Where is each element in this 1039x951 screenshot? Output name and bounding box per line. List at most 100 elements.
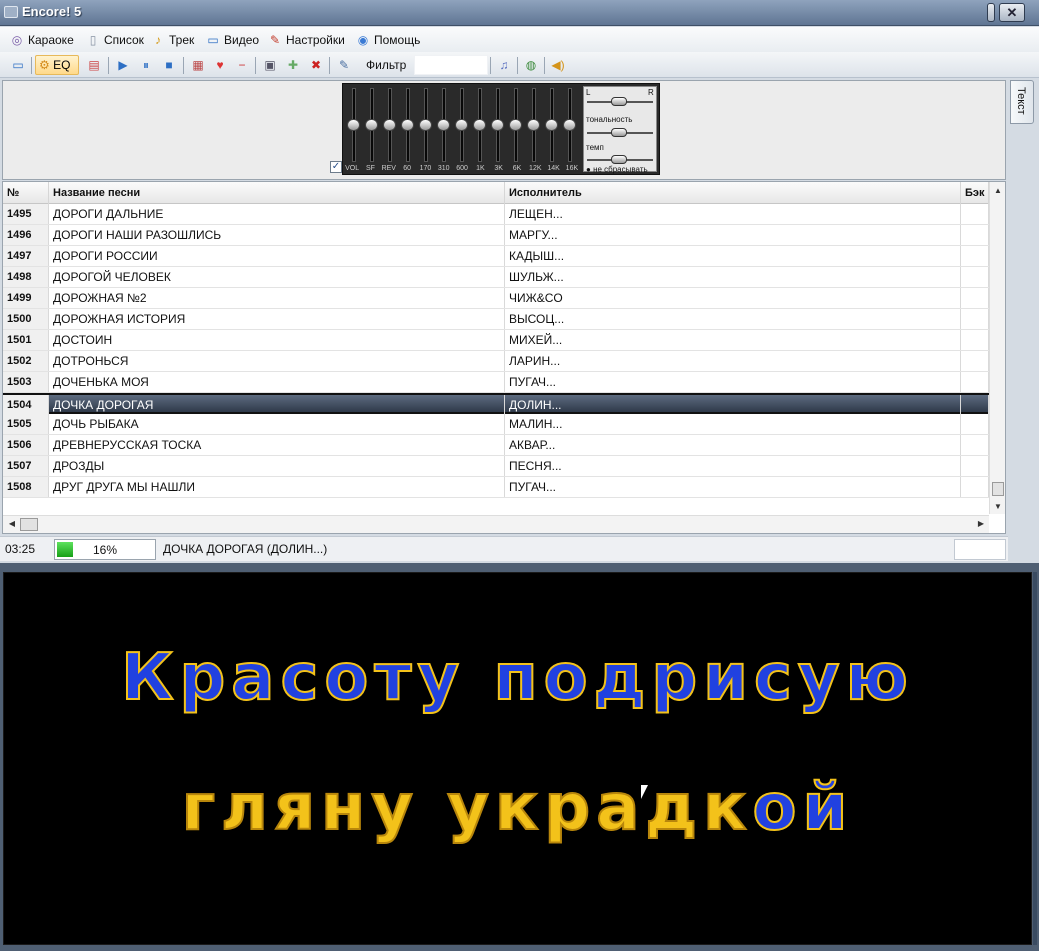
column-number[interactable]: №	[3, 182, 49, 204]
menu-help[interactable]: ◉ Помощь	[356, 31, 421, 49]
song-title: ДРОЗДЫ	[49, 456, 505, 476]
play-icon[interactable]: ▶	[113, 55, 133, 75]
filter-input[interactable]	[414, 55, 488, 75]
left-channel-label: L	[586, 88, 591, 97]
edit-icon[interactable]: ✎	[334, 55, 354, 75]
add-file-icon[interactable]: ✚	[283, 55, 303, 75]
lyric-line-2-unsung: гляну украдк	[181, 770, 753, 846]
eq-button[interactable]: ⚙ EQ	[35, 55, 79, 75]
close-button[interactable]: ✕	[999, 3, 1025, 22]
column-artist[interactable]: Исполнитель	[505, 182, 961, 204]
eq-slider[interactable]	[527, 88, 540, 162]
table-row[interactable]: 1503 ДОЧЕНЬКА МОЯ ПУГАЧ...	[3, 372, 989, 393]
mixer-icon[interactable]: ▤	[84, 55, 104, 75]
column-back[interactable]: Бэк	[961, 182, 989, 204]
song-title: ДОЧЕНЬКА МОЯ	[49, 372, 505, 392]
table-row[interactable]: 1508 ДРУГ ДРУГА МЫ НАШЛИ ПУГАЧ...	[3, 477, 989, 498]
eq-slider[interactable]	[473, 88, 486, 162]
now-playing: ДОЧКА ДОРОГАЯ (ДОЛИН...)	[163, 542, 328, 556]
horizontal-scrollbar[interactable]: ◀ ▶	[3, 515, 989, 533]
scroll-up-icon[interactable]: ▲	[992, 186, 1004, 195]
scroll-down-icon[interactable]: ▼	[992, 502, 1004, 511]
eq-slider-knob[interactable]	[365, 119, 378, 131]
table-row[interactable]: 1496 ДОРОГИ НАШИ РАЗОШЛИСЬ МАРГУ...	[3, 225, 989, 246]
stop-icon[interactable]: ■	[159, 55, 179, 75]
back-vocal	[961, 414, 989, 434]
table-row[interactable]: 1506 ДРЕВНЕРУССКАЯ ТОСКА АКВАР...	[3, 435, 989, 456]
eq-slider[interactable]	[509, 88, 522, 162]
menu-list[interactable]: ▯ Список	[86, 31, 144, 49]
horizontal-scroll-thumb[interactable]	[20, 518, 38, 531]
eq-slider-knob[interactable]	[437, 119, 450, 131]
table-row[interactable]: 1501 ДОСТОИН МИХЕЙ...	[3, 330, 989, 351]
table-row[interactable]: 1500 ДОРОЖНАЯ ИСТОРИЯ ВЫСОЦ...	[3, 309, 989, 330]
eq-slider-knob[interactable]	[455, 119, 468, 131]
scroll-right-icon[interactable]: ▶	[975, 519, 987, 528]
toolbar-separator	[544, 57, 545, 74]
eq-band-labels: VOL SF REV 60 170 310 600 1K 3K 6K 12K 14K 16K	[343, 164, 581, 174]
table-row[interactable]: 1497 ДОРОГИ РОССИИ КАДЫШ...	[3, 246, 989, 267]
table-row[interactable]: 1499 ДОРОЖНАЯ №2 ЧИЖ&CO	[3, 288, 989, 309]
monitor-icon[interactable]: ▭	[8, 55, 28, 75]
eq-slider-knob[interactable]	[383, 119, 396, 131]
system-menu-button[interactable]	[987, 3, 995, 22]
table-row[interactable]: 1507 ДРОЗДЫ ПЕСНЯ...	[3, 456, 989, 477]
tab-text[interactable]: Текст	[1010, 80, 1034, 124]
eq-slider[interactable]	[563, 88, 576, 162]
save-icon[interactable]: ▣	[260, 55, 280, 75]
eq-slider[interactable]	[437, 88, 450, 162]
menu-karaoke[interactable]: ◎ Караоке	[10, 31, 74, 49]
eq-slider[interactable]	[545, 88, 558, 162]
eq-slider-knob[interactable]	[527, 119, 540, 131]
back-vocal	[961, 288, 989, 308]
globe-icon[interactable]: ◍	[521, 55, 541, 75]
menu-settings[interactable]: ✎ Настройки	[268, 31, 345, 49]
balance-slider[interactable]	[611, 97, 627, 106]
karaoke-video[interactable]: Красоту подрисую гляну украдкой	[3, 572, 1032, 945]
eq-slider[interactable]	[347, 88, 360, 162]
eq-slider[interactable]	[491, 88, 504, 162]
row-number: 1495	[3, 204, 49, 224]
menu-video[interactable]: ▭ Видео	[206, 31, 259, 49]
eq-slider-knob[interactable]	[491, 119, 504, 131]
eq-slider-knob[interactable]	[545, 119, 558, 131]
eq-slider-knob[interactable]	[419, 119, 432, 131]
vertical-scroll-thumb[interactable]	[992, 482, 1004, 496]
vertical-scrollbar[interactable]: ▲ ▼	[989, 182, 1005, 514]
eq-slider-knob[interactable]	[401, 119, 414, 131]
scroll-left-icon[interactable]: ◀	[6, 519, 18, 528]
speaker-icon[interactable]: ◀)	[548, 55, 568, 75]
video-icon: ▭	[207, 33, 219, 47]
eq-slider[interactable]	[419, 88, 432, 162]
table-row[interactable]: 1495 ДОРОГИ ДАЛЬНИЕ ЛЕЩЕН...	[3, 204, 989, 225]
table-row[interactable]: 1504 ДОЧКА ДОРОГАЯ ДОЛИН...	[3, 393, 989, 415]
delete-icon[interactable]: ✖	[306, 55, 326, 75]
pause-icon[interactable]: ⏸	[136, 55, 156, 75]
eq-slider-knob[interactable]	[473, 119, 486, 131]
status-box	[954, 539, 1006, 560]
table-row[interactable]: 1502 ДОТРОНЬСЯ ЛАРИН...	[3, 351, 989, 372]
eq-slider[interactable]	[401, 88, 414, 162]
artist-name: КАДЫШ...	[505, 246, 961, 266]
eq-enable-checkbox[interactable]: ✓	[330, 161, 342, 173]
no-reset-label[interactable]: ● не сбрасывать	[586, 165, 648, 174]
song-title: ДОЧЬ РЫБАКА	[49, 414, 505, 434]
eq-slider[interactable]	[365, 88, 378, 162]
tone-slider[interactable]	[611, 128, 627, 137]
table-row[interactable]: 1505 ДОЧЬ РЫБАКА МАЛИН...	[3, 414, 989, 435]
favorite-icon[interactable]: ♥	[210, 55, 230, 75]
eq-slider-knob[interactable]	[563, 119, 576, 131]
remove-icon[interactable]: −	[232, 55, 252, 75]
menu-track[interactable]: ♪ Трек	[151, 31, 194, 49]
music-note-icon[interactable]: ♫	[494, 55, 514, 75]
eq-slider-knob[interactable]	[347, 119, 360, 131]
playlist-add-icon[interactable]: ▦	[188, 55, 208, 75]
column-song-title[interactable]: Название песни	[49, 182, 505, 204]
table-row[interactable]: 1498 ДОРОГОЙ ЧЕЛОВЕК ШУЛЬЖ...	[3, 267, 989, 288]
eq-slider[interactable]	[383, 88, 396, 162]
video-frame: Красоту подрисую гляну украдкой	[0, 563, 1039, 951]
playback-progress[interactable]: 16%	[54, 539, 156, 560]
tempo-slider[interactable]	[611, 155, 627, 164]
eq-slider-knob[interactable]	[509, 119, 522, 131]
eq-slider[interactable]	[455, 88, 468, 162]
